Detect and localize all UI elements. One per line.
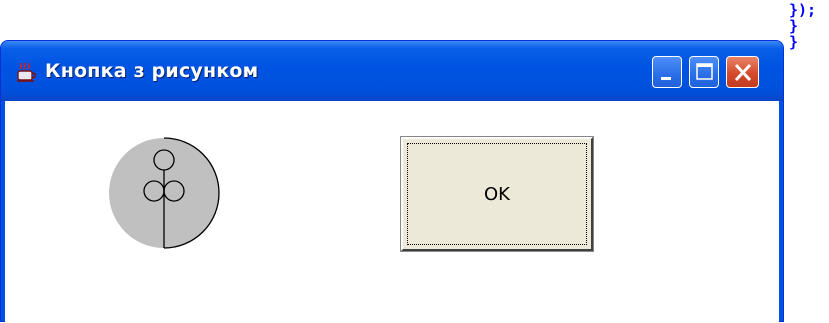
close-icon xyxy=(734,63,752,82)
window-title: Кнопка з рисунком xyxy=(45,60,259,82)
window-client-area: OK xyxy=(5,101,779,323)
title-bar[interactable]: Кнопка з рисунком xyxy=(1,41,783,101)
background-code-snippet: });}} xyxy=(789,2,816,50)
code-line: } xyxy=(789,33,799,51)
clover-circle-icon xyxy=(109,137,220,249)
maximize-button[interactable] xyxy=(689,56,719,88)
code-line: } xyxy=(789,17,799,35)
maximize-icon xyxy=(696,63,713,80)
minimize-icon xyxy=(661,77,671,80)
minimize-button[interactable] xyxy=(652,56,682,88)
java-cup-icon[interactable] xyxy=(15,61,37,83)
close-button[interactable] xyxy=(726,56,759,88)
code-line: }); xyxy=(789,1,817,19)
ok-button-label: OK xyxy=(484,183,510,205)
app-window: Кнопка з рисунком OK xyxy=(0,40,784,323)
ok-button[interactable]: OK xyxy=(400,136,594,252)
